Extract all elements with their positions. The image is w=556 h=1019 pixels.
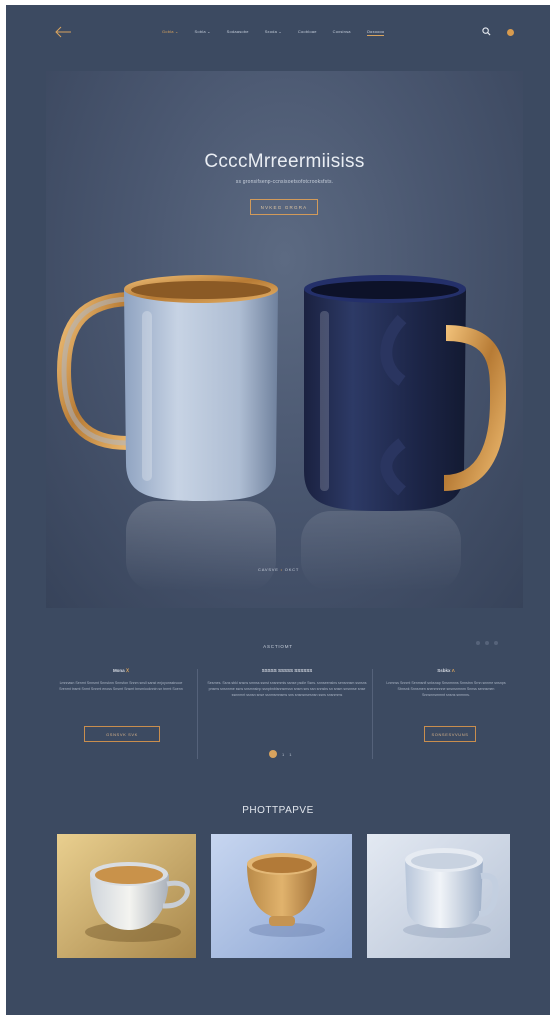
feature-button-3[interactable]: SONSESVVUNS	[424, 726, 476, 742]
pager-item[interactable]: 1	[289, 752, 291, 757]
nav-link-5[interactable]: Coobloae	[298, 29, 317, 36]
pager-active-dot[interactable]	[269, 750, 277, 758]
hero-caption: CAVSVE • OKCT	[258, 567, 299, 572]
cup-image-1	[57, 834, 196, 958]
gallery-title: PHOTTPAPVE	[242, 805, 314, 816]
feature-text-1: Lmnnasn Senmt Snnsmt Snnsknn Snnsfon Snn…	[59, 681, 183, 691]
feature-button-1[interactable]: GSNSVK SVK	[84, 726, 160, 742]
user-dot-icon[interactable]	[507, 29, 514, 36]
hero-caption-left: CAVSVE	[258, 567, 279, 572]
nav-link-4[interactable]: Sxoda ⌄	[265, 29, 282, 36]
nav-link-7[interactable]: Ooxoooo	[366, 29, 385, 36]
feature-title-text: SSSSS SSSSS SSSSSS	[261, 668, 313, 673]
gallery-card-2[interactable]	[211, 834, 352, 958]
feature-column-3: Ssbkx Λ Lnmnss Snnmt Senmsnfl snksnap Sn…	[386, 668, 506, 698]
feature-column-2: SSSSS SSSSS SSSSSS Sesmes. Ssns sbkl sns…	[206, 668, 368, 698]
cup-image-3	[367, 834, 510, 958]
feature-title-2: SSSSS SSSSS SSSSSS	[206, 668, 368, 676]
search-icon[interactable]	[482, 27, 491, 36]
feature-title-text: Ssbkx	[437, 668, 451, 673]
divider	[197, 669, 198, 759]
gallery-card-3[interactable]	[367, 834, 510, 958]
feature-title-1: Mona Ⅹ	[58, 668, 184, 676]
back-arrow-icon[interactable]	[54, 25, 72, 39]
nav-link-6[interactable]: Coxsinsa	[333, 29, 351, 36]
feature-title-accent: Λ	[451, 668, 455, 673]
hero-banner: CcccMrreermiisiss ss gronsifsenp-ccnsiso…	[46, 71, 523, 608]
cup-image-2	[211, 834, 352, 958]
pager: 1 1	[269, 750, 291, 758]
feature-title-3: Ssbkx Λ	[386, 668, 506, 676]
feature-title-accent: Ⅹ	[125, 668, 130, 673]
features-heading: ASCTIOMT	[263, 644, 293, 649]
feature-text-3: Lnmnss Snnmt Senmsnfl snksnap Snsnmnns S…	[386, 681, 506, 697]
page: Gobla ⌄ Sobla ⌄ Sodaasobe Sxoda ⌄ Cooblo…	[6, 5, 550, 1015]
nav-link-2[interactable]: Sobla ⌄	[195, 29, 211, 36]
feature-text-2: Sesmes. Ssns sbkl snsns smnss ssnst snsn…	[207, 681, 367, 697]
nav-link-3[interactable]: Sodaasobe	[227, 29, 249, 36]
divider	[372, 669, 373, 759]
gallery-card-1[interactable]	[57, 834, 196, 958]
hero-title: CcccMrreermiisiss	[204, 151, 365, 172]
nav-links: Gobla ⌄ Sobla ⌄ Sodaasobe Sxoda ⌄ Cooblo…	[162, 29, 400, 36]
feature-title-text: Mona	[112, 668, 125, 673]
nav-link-1[interactable]: Gobla ⌄	[162, 29, 179, 36]
hero-subtitle: ss gronsifsenp-ccnsisoetsofotcrooksfsts.	[235, 179, 334, 185]
top-nav: Gobla ⌄ Sobla ⌄ Sodaasobe Sxoda ⌄ Cooblo…	[6, 23, 550, 43]
hero-caption-right: OKCT	[284, 567, 300, 572]
hero-cta-button[interactable]: NVKEG GRGRA	[250, 199, 318, 215]
pager-item[interactable]: 1	[282, 752, 284, 757]
hero-caption-mark: •	[280, 567, 283, 572]
feature-column-1: Mona Ⅹ Lmnnasn Senmt Snnsmt Snnsknn Snns…	[58, 668, 184, 692]
